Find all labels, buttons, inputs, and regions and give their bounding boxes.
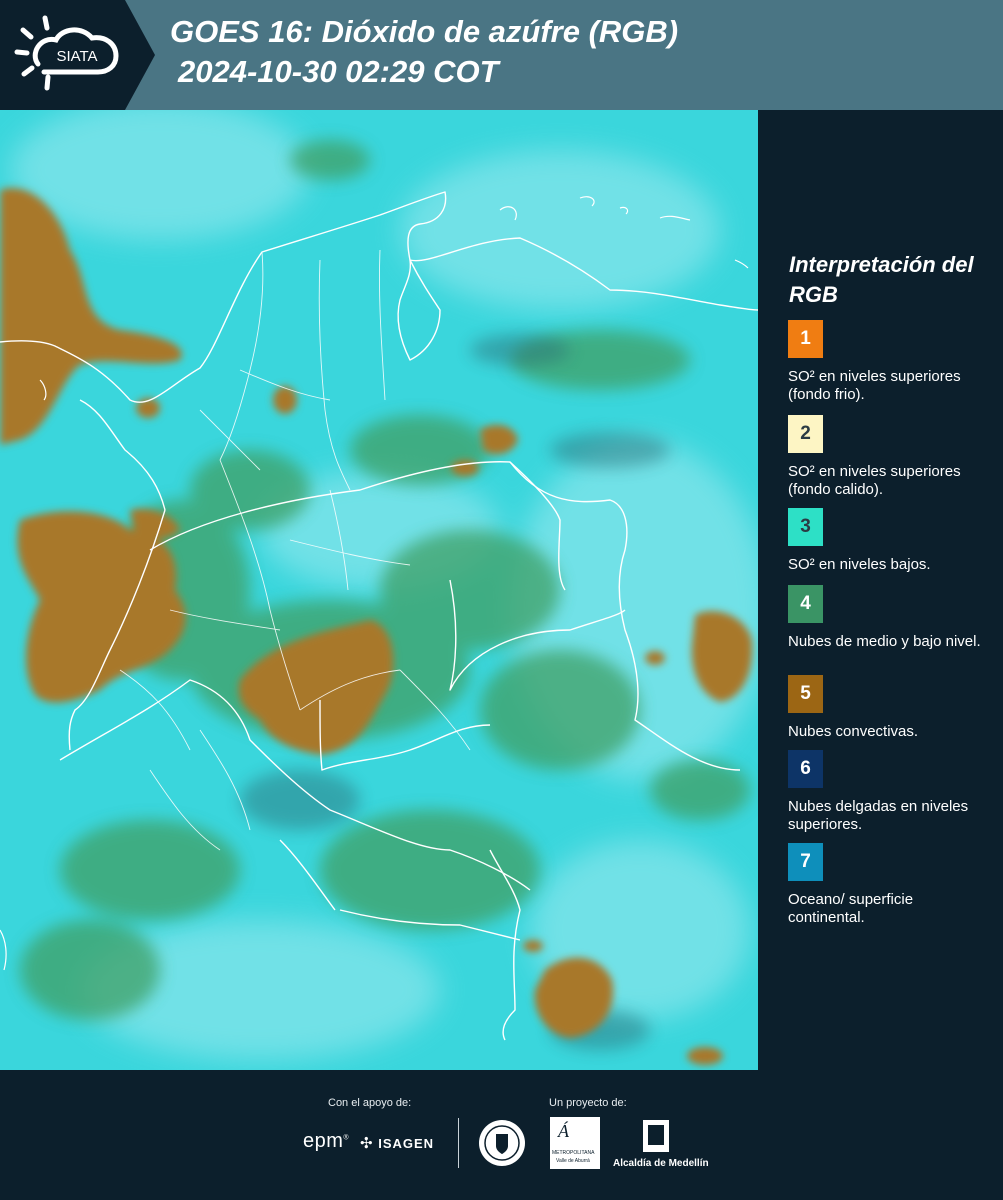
alcaldia-text: Alcaldía de Medellín (613, 1158, 709, 1169)
legend-label-6: Nubes delgadas en niveles superiores. (788, 798, 969, 833)
logo-text: SIATA (56, 48, 97, 65)
isagen-logo-text: ISAGEN (378, 1136, 435, 1151)
legend-swatch-4: 4 (788, 585, 823, 623)
area-metropolitana-name: METROPOLITANA (552, 1150, 595, 1156)
epm-logo[interactable]: epm® (303, 1130, 349, 1153)
legend-label-3: SO² en niveles bajos. (788, 556, 931, 573)
epm-logo-text: epm (303, 1130, 344, 1152)
legend-item-3: 3 SO² en niveles bajos. (788, 508, 993, 574)
area-metropolitana-sub: Valle de Aburrá (556, 1158, 590, 1164)
legend-swatch-3: 3 (788, 508, 823, 546)
legend-swatch-2: 2 (788, 415, 823, 453)
area-script-mark: Á (558, 1121, 569, 1141)
legend-swatch-5: 5 (788, 675, 823, 713)
header-bar: SIATA GOES 16: Dióxido de azúfre (RGB) 2… (0, 0, 1003, 110)
project-caption: Un proyecto de: (549, 1097, 627, 1109)
satellite-map[interactable] (0, 110, 758, 1070)
page-title: GOES 16: Dióxido de azúfre (RGB) (170, 14, 679, 49)
legend-item-2: 2 SO² en niveles superiores (fondo calid… (788, 415, 993, 499)
legend-label-4: Nubes de medio y bajo nivel. (788, 633, 981, 650)
footer-divider (458, 1118, 459, 1168)
legend-item-1: 1 SO² en niveles superiores (fondo frio)… (788, 320, 993, 404)
legend-label-1: SO² en niveles superiores (fondo frio). (788, 368, 961, 403)
isagen-logo[interactable]: ✣ ISAGEN (360, 1134, 434, 1152)
legend-label-5: Nubes convectivas. (788, 723, 919, 740)
legend-swatch-6: 6 (788, 750, 823, 788)
legend-item-7: 7 Oceano/ superficie continental. (788, 843, 993, 927)
legend-item-4: 4 Nubes de medio y bajo nivel. (788, 585, 993, 651)
legend-swatch-7: 7 (788, 843, 823, 881)
footer: Con el apoyo de: Un proyecto de: epm® ✣ … (0, 1070, 1003, 1200)
siata-logo[interactable]: SIATA (0, 0, 155, 110)
page-timestamp: 2024-10-30 02:29 COT (178, 54, 499, 89)
medellin-seal-logo[interactable] (477, 1118, 527, 1168)
isagen-mark-icon: ✣ (360, 1135, 374, 1152)
legend-item-6: 6 Nubes delgadas en niveles superiores. (788, 750, 993, 834)
legend-label-2: SO² en niveles superiores (fondo calido)… (788, 463, 961, 498)
legend-panel: Interpretación del RGB 1 SO² en niveles … (758, 110, 1003, 1070)
area-metropolitana-logo[interactable]: Á METROPOLITANA Valle de Aburrá (550, 1117, 600, 1169)
legend-label-7: Oceano/ superficie continental. (788, 891, 914, 926)
support-caption: Con el apoyo de: (328, 1097, 412, 1109)
legend-swatch-1: 1 (788, 320, 823, 358)
legend-title: Interpretación del RGB (789, 252, 974, 307)
alcaldia-medellin-logo[interactable]: Alcaldía de Medellín (613, 1118, 709, 1170)
legend-item-5: 5 Nubes convectivas. (788, 675, 993, 741)
